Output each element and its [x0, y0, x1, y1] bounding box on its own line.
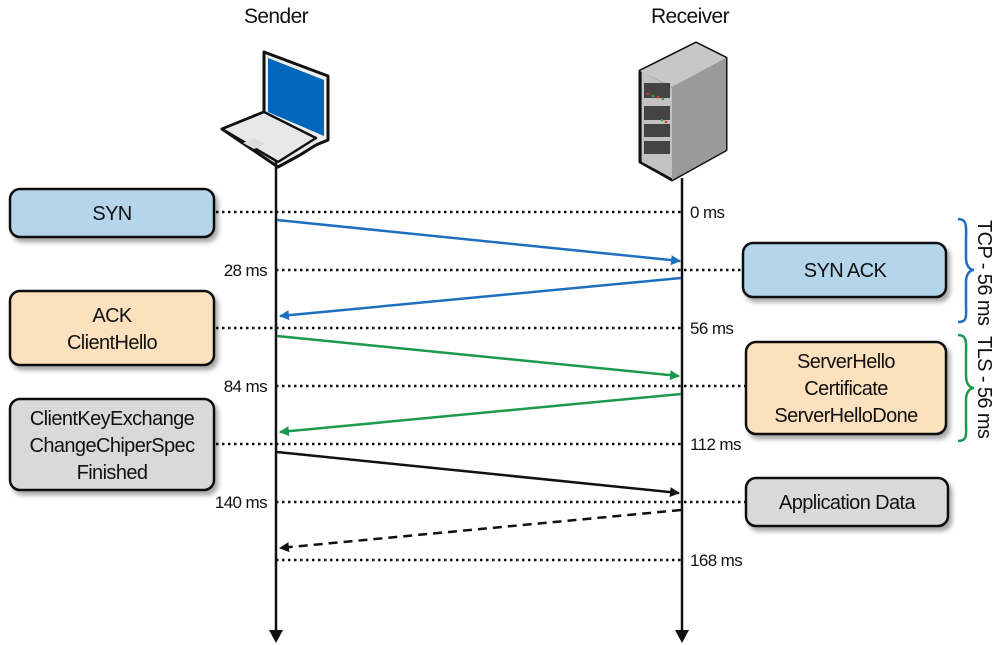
svg-text:ACK: ACK [92, 305, 133, 327]
syn-arrow [276, 218, 681, 266]
svg-text:ClientKeyExchange: ClientKeyExchange [30, 408, 195, 430]
time-label: 84 ms [224, 377, 267, 396]
syn-message-box: SYN [8, 187, 216, 239]
tcp-phase-label: TCP - 56 ms [973, 220, 995, 326]
syn-ack-arrow [279, 276, 682, 321]
svg-text:Certificate: Certificate [804, 378, 888, 400]
finished-arrow [276, 450, 680, 498]
time-label: 112 ms [690, 435, 741, 454]
time-label: 56 ms [690, 319, 733, 338]
tcp-phase-brace [957, 217, 975, 324]
laptop-icon [220, 50, 330, 169]
svg-text:Finished: Finished [77, 462, 148, 484]
time-label: 168 ms [690, 551, 742, 570]
svg-text:Application Data: Application Data [779, 492, 917, 514]
application-data-arrow [279, 508, 682, 553]
server-hello-arrow [279, 392, 682, 437]
tls-phase-label: TLS - 56 ms [973, 336, 995, 439]
svg-text:ServerHelloDone: ServerHelloDone [774, 405, 918, 427]
ack-clienthello-message-box: ACK ClientHello [8, 289, 216, 367]
svg-text:ClientHello: ClientHello [67, 332, 158, 354]
sender-title: Sender [244, 5, 309, 28]
svg-text:SYN: SYN [92, 203, 131, 225]
syn-ack-message-box: SYN ACK [741, 241, 948, 299]
time-label: 140 ms [215, 493, 267, 512]
time-label: 0 ms [690, 203, 725, 222]
server-hello-message-box: ServerHello Certificate ServerHelloDone [744, 340, 948, 436]
svg-text:ChangeChiperSpec: ChangeChiperSpec [30, 435, 196, 457]
receiver-title: Receiver [651, 5, 730, 28]
client-hello-arrow [276, 334, 680, 381]
tls-phase-brace [957, 333, 975, 443]
time-label: 28 ms [224, 261, 267, 280]
svg-text:SYN ACK: SYN ACK [804, 260, 888, 282]
application-data-message-box: Application Data [744, 476, 950, 528]
server-icon [638, 41, 728, 182]
svg-text:ServerHello: ServerHello [797, 351, 895, 373]
tls-handshake-diagram: Sender Receiver 0 ms 28 ms 56 ms 84 ms 1… [8, 5, 995, 643]
client-key-exchange-message-box: ClientKeyExchange ChangeChiperSpec Finis… [8, 397, 216, 492]
